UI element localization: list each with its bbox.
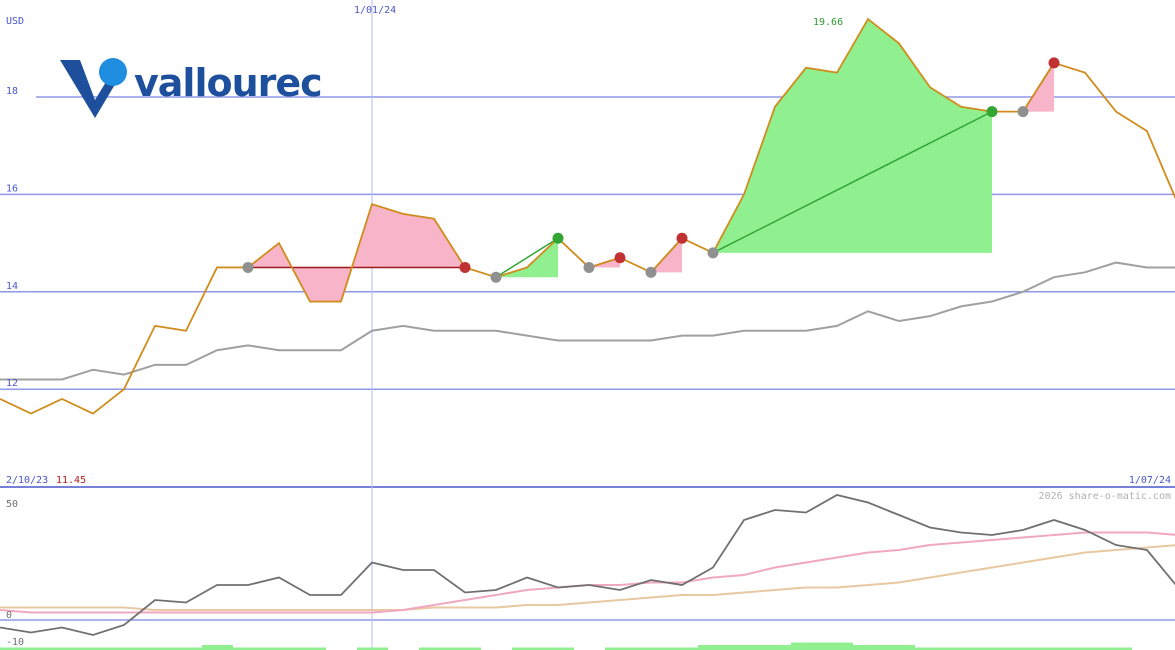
lower-indicator-panel <box>0 494 1175 650</box>
peak-value-label: 19.66 <box>813 17 843 28</box>
momentum-line <box>0 494 1175 636</box>
y-tick-label: 14 <box>6 281 18 292</box>
trade-entry-marker <box>645 266 657 278</box>
volume-bar <box>884 645 915 650</box>
trade-fill-areas <box>248 19 1054 302</box>
price-chart: vallourec USD 1/01/24 19.66 2/10/23 11.4… <box>0 0 1175 650</box>
trade-exit-marker <box>614 252 626 264</box>
volume-bar <box>853 645 884 650</box>
end-date-label: 1/07/24 <box>1129 475 1171 486</box>
lower-y-tick-label: -10 <box>6 637 24 648</box>
y-tick-label: 12 <box>6 378 18 389</box>
y-tick-label: 18 <box>6 86 18 97</box>
watermark: 2026 share-o-matic.com <box>1039 491 1171 502</box>
pink-average-line <box>0 531 1175 614</box>
logo-circle <box>99 58 127 86</box>
volume-bar <box>791 642 822 650</box>
moving-average-line <box>0 261 1175 381</box>
trade-exit-marker <box>459 261 471 273</box>
volume-bar <box>202 645 233 650</box>
trade-exit-marker <box>986 106 998 118</box>
volume-bar <box>822 642 853 650</box>
volume-bar <box>698 645 729 650</box>
trade-exit-marker <box>1048 57 1060 69</box>
trade-entry-marker <box>490 271 502 283</box>
y-tick-label: 16 <box>6 183 18 194</box>
trade-entry-marker <box>583 261 595 273</box>
volume-bar <box>729 645 760 650</box>
start-date-label: 2/10/23 <box>6 475 48 486</box>
volume-bar <box>760 645 791 650</box>
trade-exit-marker <box>552 232 564 244</box>
trade-entry-marker <box>707 247 719 259</box>
start-value-label: 11.45 <box>56 475 86 486</box>
trade-entry-marker <box>1017 106 1029 118</box>
trade-area-gain <box>713 19 992 253</box>
company-logo: vallourec <box>60 58 323 118</box>
y-axis-labels: 12 14 16 18 50 0 -10 <box>6 86 24 648</box>
trade-exit-marker <box>676 232 688 244</box>
lower-y-tick-label: 0 <box>6 610 12 621</box>
date-marker-label: 1/01/24 <box>354 5 396 16</box>
grid-lines <box>0 96 1175 621</box>
currency-label: USD <box>6 16 24 27</box>
logo-text: vallourec <box>134 61 322 105</box>
tan-average-line <box>0 544 1175 611</box>
trade-entry-marker <box>242 261 254 273</box>
lower-y-tick-label: 50 <box>6 499 18 510</box>
